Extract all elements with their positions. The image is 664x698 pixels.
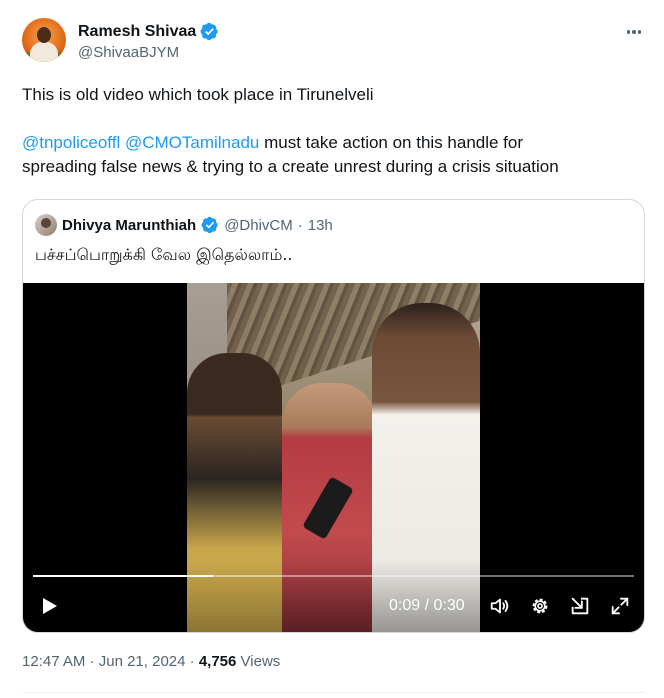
tweet: Ramesh Shivaa @ShivaaBJYM This is old vi… <box>0 0 664 698</box>
quote-handle[interactable]: @DhivCM <box>224 217 293 234</box>
video-time: 0:09 / 0:30 <box>389 597 465 614</box>
quoted-tweet[interactable]: Dhivya Marunthiah @DhivCM · 13h பச்சப்பொ… <box>22 199 645 633</box>
avatar[interactable] <box>22 18 66 62</box>
quote-header: Dhivya Marunthiah @DhivCM · 13h <box>35 214 333 236</box>
author-display-name[interactable]: Ramesh Shivaa <box>78 23 196 41</box>
tweet-line-3: spreading false news & trying to a creat… <box>22 157 559 176</box>
tweet-meta: 12:47 AM · Jun 21, 2024 · 4,756 Views <box>22 653 280 670</box>
verified-icon <box>200 22 218 41</box>
views-label: Views <box>240 653 281 670</box>
settings-icon[interactable] <box>529 595 551 617</box>
more-icon[interactable] <box>620 22 648 42</box>
volume-icon[interactable] <box>489 595 511 617</box>
meta-separator: · <box>189 653 195 670</box>
mention-link-2[interactable]: @CMOTamilnadu <box>125 133 259 152</box>
quote-time[interactable]: 13h <box>308 217 333 234</box>
divider <box>22 692 645 693</box>
views-count: 4,756 <box>198 653 237 670</box>
video-controls: 0:09 / 0:30 <box>23 561 644 632</box>
verified-icon <box>201 216 218 234</box>
fullscreen-icon[interactable] <box>609 595 631 617</box>
tweet-line-2: @tnpoliceoffl @CMOTamilnadu must take ac… <box>22 131 642 155</box>
author-handle[interactable]: @ShivaaBJYM <box>78 44 179 61</box>
tweet-date[interactable]: Jun 21, 2024 <box>99 653 186 670</box>
exit-icon[interactable] <box>569 595 591 617</box>
quote-display-name[interactable]: Dhivya Marunthiah <box>62 217 196 234</box>
meta-separator: · <box>89 653 95 670</box>
video-player[interactable]: 0:09 / 0:30 <box>23 283 644 632</box>
tweet-time[interactable]: 12:47 AM <box>22 653 85 670</box>
quote-avatar[interactable] <box>35 214 57 236</box>
progress-fill <box>33 575 214 577</box>
author-name-row: Ramesh Shivaa <box>78 22 219 41</box>
mention-link-1[interactable]: @tnpoliceoffl <box>22 133 120 152</box>
quote-text: பச்சப்பொறுக்கி வேல இதெல்லாம்.. <box>35 245 293 264</box>
quote-separator: · <box>297 216 303 234</box>
play-icon[interactable] <box>39 596 59 616</box>
progress-bar[interactable] <box>33 575 634 577</box>
tweet-line-2-text: must take action on this handle for <box>259 133 524 152</box>
tweet-text: This is old video which took place in Ti… <box>22 83 642 179</box>
tweet-line-1: This is old video which took place in Ti… <box>22 85 374 104</box>
